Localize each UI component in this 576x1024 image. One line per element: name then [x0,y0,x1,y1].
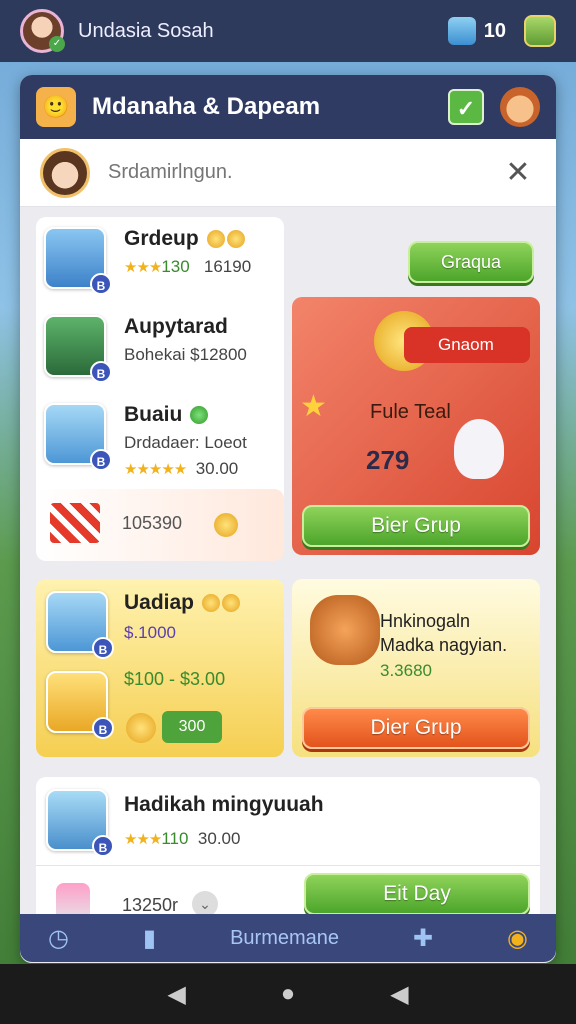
cards-icon[interactable]: ▮ [143,924,156,953]
coin-icon [206,230,225,249]
clock-icon[interactable]: ◷ [48,924,69,953]
ticket-icon [50,503,100,543]
item-name: Grdeup [124,227,251,251]
avatar-head-icon: 🙂 [36,87,76,127]
quest-card: Hnkinogaln Madka nagyian. 3.3680 Dier Gr… [292,579,540,757]
bottom-count: 13250r [122,895,179,915]
coin-icon [214,513,238,537]
main-panel: 🙂 Mdanaha & Dapeam ✓ ✕ B Grdeup ★★★130 [20,75,556,963]
player-avatar-icon[interactable]: ✓ [20,9,65,53]
item-name: Buaiu [124,403,247,427]
promo-count: 279 [366,445,410,475]
item-price: 30.00 [197,829,241,848]
yellow-offer-card[interactable]: B Uadiap $.1000 $100 - $3.00 B 300 [36,579,284,757]
search-input[interactable] [108,161,500,184]
verified-badge-icon: ✓ [49,36,65,52]
promo-card: Gnaom ★ Fule Teal 279 Bier Grup [292,297,540,555]
coin-icon [201,594,220,613]
recent-icon[interactable]: ◀ [390,980,408,1009]
gem-icon [190,406,209,425]
graqua-button[interactable]: Graqua [408,241,534,283]
panel-header: 🙂 Mdanaha & Dapeam ✓ [20,75,556,139]
item-desc: Drdadaer: Loeot [124,433,247,452]
puzzle-icon[interactable]: ✚ [413,924,433,953]
pet-thumb-icon: B [44,315,112,383]
back-icon[interactable]: ◀ [167,980,185,1009]
coin-icon [226,230,245,249]
squirrel-icon [310,595,380,665]
level-badge: B [92,637,114,659]
level-badge: B [90,449,112,471]
item-level: 110 [161,829,189,848]
search-avatar-icon [40,147,90,198]
coins-thumb-icon: B [44,403,112,471]
bottom-nav: ◷ ▮ Burmemane ✚ ◉ [20,914,556,962]
snowman-icon [454,419,504,479]
eit-day-button[interactable]: Eit Day [304,873,530,915]
level-badge: B [90,273,112,295]
character-thumb-icon: B [44,227,112,295]
top-bar: ✓ Undasia Sosah 10 [0,0,576,62]
item-desc: Bohekai $12800 [124,345,247,364]
rating-stars: ★★★ [124,831,162,848]
username: Undasia Sosah [78,19,214,42]
promo-label: Fule Teal [370,401,451,423]
store-icon[interactable] [524,15,556,47]
close-icon[interactable]: ✕ [500,155,536,190]
divider [36,865,540,866]
star-icon: ★ [300,390,327,423]
quest-subtitle: Madka nagyian. [380,635,508,655]
home-icon[interactable]: ● [281,980,296,1008]
promo-price: 105390 [122,513,183,533]
gem-coin-icon [447,17,476,45]
coin-icon [221,594,240,613]
offer-range: $100 - $3.00 [124,669,226,689]
fox-thumb-icon: B [46,789,114,857]
level-badge: B [92,717,114,739]
list-item[interactable]: B Buaiu Drdadaer: Loeot ★★★★★ 30.00 [44,403,247,479]
chest-thumb-icon: B [46,591,114,659]
item-price: 30.00 [195,459,239,478]
check-icon[interactable]: ✓ [448,89,484,125]
nav-label[interactable]: Burmemane [230,927,339,950]
item-price: 16190 [203,257,252,276]
bottom-item-name: Hadikah mingyuuah [124,793,324,816]
gnaom-badge[interactable]: Gnaom [404,327,530,363]
promo-strip[interactable]: 105390 [36,489,284,561]
quest-title: Hnkinogaln [380,611,471,631]
level-badge: B [92,835,114,857]
search-row: ✕ [20,139,556,207]
globe-icon[interactable]: ◉ [507,924,528,953]
offer-pill[interactable]: 300 [162,711,222,743]
list-item[interactable]: B Grdeup ★★★130 16190 [44,227,252,295]
quest-amount: 3.3680 [380,661,432,680]
rating-stars: ★★★★★ [124,461,187,478]
panel-title: Mdanaha & Dapeam [92,93,321,120]
list-item[interactable]: B Aupytarad Bohekai $12800 [44,315,247,383]
bucket-thumb-icon: B [46,671,114,739]
offer-price: $.1000 [124,623,176,642]
content-area: B Grdeup ★★★130 16190 B Aupytarad Boheka… [20,207,556,963]
coin-count: 10 [483,19,506,42]
smile-coin-icon [126,713,156,743]
offer-name: Uadiap [124,591,240,615]
level-badge: B [90,361,112,383]
monkey-face-icon[interactable] [500,87,540,127]
item-level: 130 [161,257,190,276]
dier-grup-button[interactable]: Dier Grup [302,707,530,749]
bier-grup-button[interactable]: Bier Grup [302,505,530,547]
rating-stars: ★★★ [124,259,162,276]
item-name: Aupytarad [124,315,228,338]
system-nav-bar: ◀ ● ◀ [0,964,576,1024]
